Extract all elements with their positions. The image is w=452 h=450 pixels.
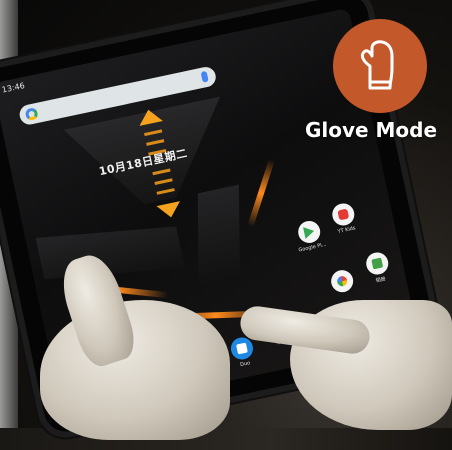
app-label: 相册	[375, 276, 387, 285]
app-label: Google Pl...	[298, 241, 328, 254]
arrow-down-icon	[156, 201, 183, 220]
arrow-up-icon	[136, 107, 163, 126]
app-label: Duo	[239, 360, 251, 369]
glove-mode-badge	[333, 19, 427, 113]
ladder-rung	[146, 139, 165, 146]
ladder-rung	[152, 168, 171, 176]
chat-icon	[275, 375, 288, 387]
mic-icon	[200, 70, 209, 83]
feature-caption: Glove Mode	[304, 118, 438, 142]
gallery-icon	[371, 257, 384, 270]
ladder-rung	[156, 188, 175, 195]
app-yt-kids[interactable]	[330, 201, 357, 228]
app-label: YT Kids	[337, 225, 357, 235]
armor-slab	[180, 185, 257, 286]
google-g-icon	[24, 106, 39, 122]
glove-icon	[360, 40, 394, 90]
photo-scene: 13:46 10月18日星期二 Google Pl... YT Kids 相册 …	[0, 0, 452, 450]
google-photos-icon	[336, 275, 349, 288]
duo-icon	[236, 342, 248, 355]
app-photos[interactable]	[329, 268, 356, 295]
play-store-icon	[303, 225, 316, 239]
status-time: 13:46	[1, 81, 26, 95]
app-gallery[interactable]	[364, 250, 391, 277]
ladder-rung	[154, 178, 173, 185]
orange-stripe	[247, 158, 275, 228]
app-play-store[interactable]	[296, 218, 323, 246]
ladder-rung	[144, 129, 163, 137]
yt-kids-icon	[337, 208, 350, 221]
